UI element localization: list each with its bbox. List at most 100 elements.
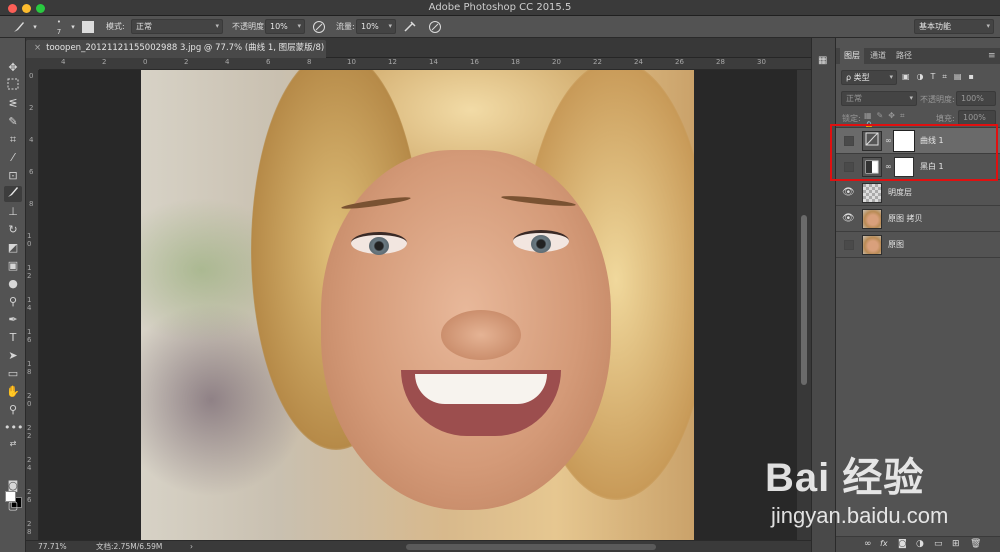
crop-tool-icon[interactable]: ⌗ xyxy=(4,132,22,148)
flow-field[interactable]: 10% ▾ xyxy=(356,19,396,34)
folder-icon[interactable]: ▭ xyxy=(934,539,943,549)
ruler-label: 2 xyxy=(102,58,107,66)
foreground-color-swatch[interactable] xyxy=(5,491,16,502)
ruler-label: 1 4 xyxy=(27,296,32,312)
brush-tool-icon[interactable] xyxy=(4,186,22,202)
pressure-opacity-icon[interactable] xyxy=(312,20,326,34)
pressure-size-icon[interactable] xyxy=(428,20,442,34)
fill-label: 填充: xyxy=(936,114,955,123)
fill-field[interactable]: 100% xyxy=(958,110,996,125)
zoom-level[interactable]: 77.71% xyxy=(38,541,67,552)
horizontal-ruler[interactable]: 4 2 0 2 4 6 8 10 12 14 16 18 20 22 24 26… xyxy=(39,58,811,70)
layer-row-luminosity[interactable]: 👁 明度层 xyxy=(836,180,1000,206)
ruler-label: 28 xyxy=(716,58,725,66)
ruler-label: 2 xyxy=(29,104,34,112)
ruler-label: 4 xyxy=(61,58,66,66)
eyedropper-tool-icon[interactable]: ⁄ xyxy=(4,150,22,166)
tab-paths[interactable]: 路径 xyxy=(892,48,916,64)
ruler-label: 10 xyxy=(347,58,356,66)
layer-name: 原图 xyxy=(888,240,904,249)
tab-layers[interactable]: 图层 xyxy=(840,48,864,64)
document-tab-title: tooopen_20121121155002988 3.jpg @ 77.7% … xyxy=(46,43,326,53)
trash-icon[interactable]: 🗑 xyxy=(970,539,981,549)
adjustment-icon[interactable]: ◑ xyxy=(916,539,924,549)
eye-shape xyxy=(351,232,407,255)
scroll-thumb[interactable] xyxy=(801,215,807,385)
vertical-ruler[interactable]: 0 2 4 6 8 1 0 1 2 1 4 1 6 1 8 2 0 2 2 2 … xyxy=(26,70,39,540)
layer-row-original-copy[interactable]: 👁 原图 拷贝 xyxy=(836,206,1000,232)
ruler-label: 0 xyxy=(143,58,148,66)
tab-channels[interactable]: 通道 xyxy=(866,48,890,64)
eye-shape xyxy=(513,230,569,253)
portrait-image[interactable] xyxy=(141,70,694,540)
workspace-switcher[interactable]: 基本功能 ▾ xyxy=(914,19,994,34)
layer-opacity-field[interactable]: 100% xyxy=(956,91,996,106)
status-menu-arrow[interactable]: › xyxy=(190,541,193,552)
opacity-label: 不透明度: xyxy=(232,22,267,31)
fx-icon[interactable]: fx xyxy=(880,539,888,548)
eye-icon[interactable]: 👁 xyxy=(842,187,855,199)
brush-picker-dropdown-icon[interactable]: ▾ xyxy=(66,20,80,34)
document-canvas[interactable] xyxy=(39,70,795,540)
mask-icon[interactable]: ◙ xyxy=(898,539,907,549)
layer-thumbnail xyxy=(862,183,882,203)
close-tab-icon[interactable]: × xyxy=(34,43,41,53)
layer-thumbnail xyxy=(862,235,882,255)
blur-tool-icon[interactable]: ● xyxy=(4,276,22,292)
layer-opacity-label: 不透明度: xyxy=(920,95,955,104)
pen-tool-icon[interactable]: ✒ xyxy=(4,312,22,328)
move-tool-icon[interactable]: ✥ xyxy=(4,60,22,76)
ruler-label: 4 xyxy=(29,136,34,144)
horizontal-scrollbar[interactable] xyxy=(406,544,656,550)
filter-icons[interactable]: ▣◑T⌗▤▪ xyxy=(902,72,997,84)
clone-stamp-tool-icon[interactable]: ⊥ xyxy=(4,204,22,220)
ruler-label: 2 4 xyxy=(27,456,32,472)
status-bar: 77.71% 文档:2.75M/6.59M › xyxy=(26,540,811,552)
mode-select[interactable]: 正常 ▾ xyxy=(131,19,223,34)
adjustments-panel-icon[interactable]: ▦ xyxy=(818,54,831,67)
preset-dropdown-icon[interactable]: ▾ xyxy=(28,20,42,34)
eye-icon[interactable]: 👁 xyxy=(842,213,855,225)
eraser-tool-icon[interactable]: ◩ xyxy=(4,240,22,256)
ruler-label: 1 6 xyxy=(27,328,32,344)
history-brush-tool-icon[interactable]: ↻ xyxy=(4,222,22,238)
more-tools-icon[interactable]: ••• xyxy=(4,420,23,436)
marquee-tool-icon[interactable] xyxy=(4,78,22,94)
path-selection-tool-icon[interactable]: ➤ xyxy=(4,348,22,364)
app-title: Adobe Photoshop CC 2015.5 xyxy=(428,2,572,13)
quick-selection-tool-icon[interactable]: ✎ xyxy=(4,114,22,130)
brush-panel-toggle-icon[interactable] xyxy=(82,21,94,33)
opacity-field[interactable]: 10% ▾ xyxy=(265,19,305,34)
document-tab[interactable]: × tooopen_20121121155002988 3.jpg @ 77.7%… xyxy=(26,40,326,58)
layer-row-original[interactable]: 原图 xyxy=(836,232,1000,258)
layer-thumbnail xyxy=(862,209,882,229)
hand-tool-icon[interactable]: ✋ xyxy=(4,384,22,400)
visibility-toggle[interactable] xyxy=(844,240,854,250)
ruler-label: 1 0 xyxy=(27,232,32,248)
rectangle-tool-icon[interactable]: ▭ xyxy=(4,366,22,382)
layers-panel-footer: ∞ fx ◙ ◑ ▭ ⊞ 🗑 xyxy=(836,536,1000,552)
ruler-label: 6 xyxy=(266,58,271,66)
lasso-tool-icon[interactable]: ᓬ xyxy=(4,96,22,112)
new-layer-icon[interactable]: ⊞ xyxy=(952,539,960,549)
tools-panel: ✥ ᓬ ✎ ⌗ ⁄ ⊡ ⊥ ↻ ◩ ▣ ● ⚲ ✒ T ➤ ▭ ✋ ⚲ ••• … xyxy=(0,38,26,552)
airbrush-icon[interactable] xyxy=(403,20,417,34)
watermark-url: jingyan.baidu.com xyxy=(771,503,949,528)
brush-tool-preset-icon[interactable] xyxy=(12,20,26,34)
layer-name: 明度层 xyxy=(888,188,912,197)
dodge-tool-icon[interactable]: ⚲ xyxy=(4,294,22,310)
swap-colors-icon[interactable]: ⇄ xyxy=(4,436,22,452)
ruler-corner[interactable] xyxy=(26,58,39,70)
brush-size-indicator[interactable]: • 7 xyxy=(54,17,64,36)
panel-menu-icon[interactable]: ≡ xyxy=(984,48,1000,64)
link-icon[interactable]: ∞ xyxy=(864,539,872,549)
layer-name: 原图 拷贝 xyxy=(888,214,923,223)
blend-mode-select[interactable]: 正常 ▾ xyxy=(841,91,917,106)
gradient-tool-icon[interactable]: ▣ xyxy=(4,258,22,274)
ruler-label: 0 xyxy=(29,72,34,80)
layer-filter-select[interactable]: ρ 类型 ▾ xyxy=(841,70,897,85)
type-tool-icon[interactable]: T xyxy=(4,330,22,346)
healing-brush-tool-icon[interactable]: ⊡ xyxy=(4,168,22,184)
zoom-tool-icon[interactable]: ⚲ xyxy=(4,402,22,418)
baidu-watermark: Bai 经验 jingyan.baidu.com xyxy=(765,445,995,535)
